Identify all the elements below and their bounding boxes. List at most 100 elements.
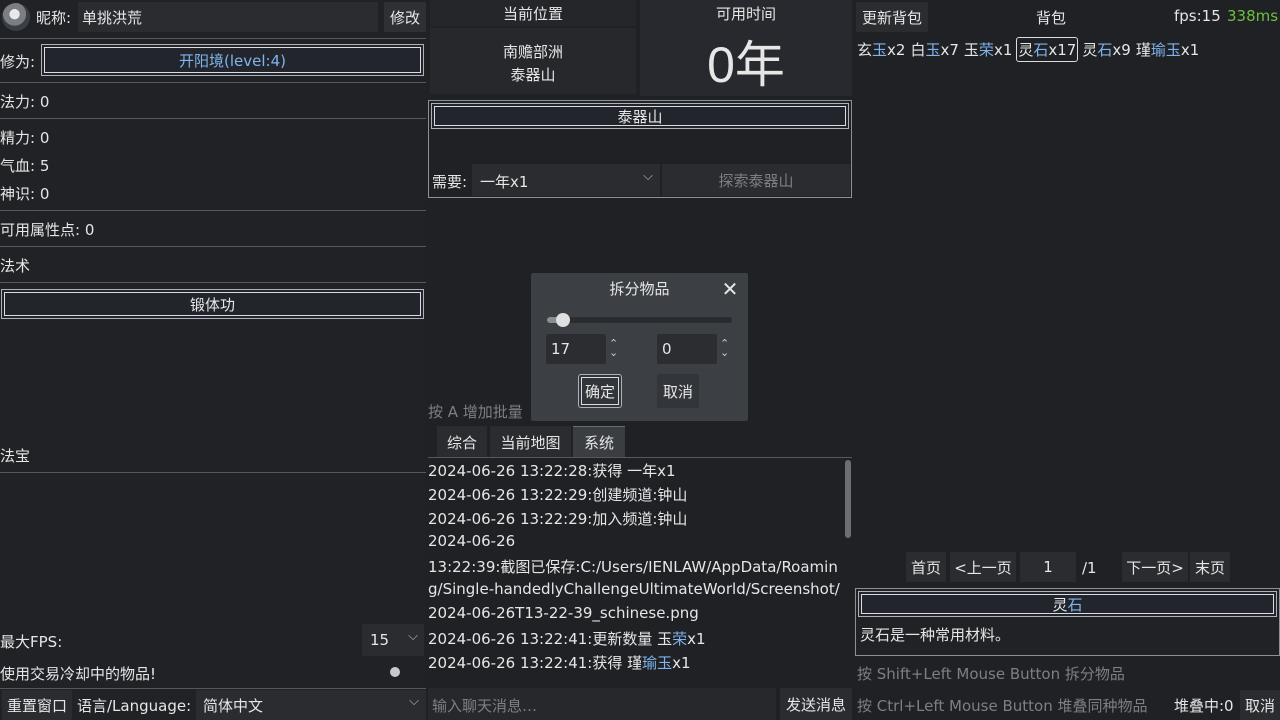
ping-indicator: 338ms [1227, 7, 1279, 25]
bag-item-text: x1 [993, 40, 1013, 59]
cancel-stack-label: 取消 [1244, 696, 1275, 715]
cancel-button[interactable]: 取消 [657, 374, 699, 408]
stat-blood: 气血: 5 [0, 157, 50, 175]
cultivation-level-value: 开阳境(level:4) [179, 51, 286, 70]
bag-item-text: 白 [910, 40, 926, 59]
chat-input[interactable]: 输入聊天消息… [428, 688, 776, 720]
bag-item[interactable]: 瑾瑜玉x1 [1135, 38, 1200, 61]
tab-current-map[interactable]: 当前地图 [490, 426, 571, 458]
chat-line: 2024-06-26 13:22:29:创建频道:钟山 [428, 484, 687, 505]
divider [0, 688, 426, 689]
bag-item[interactable]: 灵石x9 [1081, 38, 1131, 61]
need-value: 一年x1 [480, 173, 529, 191]
max-fps-label: 最大FPS: [0, 633, 63, 651]
stepper-icon[interactable]: ⌃ ⌄ [720, 338, 729, 358]
tab-system[interactable]: 系统 [573, 426, 625, 458]
chat-line: 2024-06-26 13:22:28:获得 一年x1 [428, 460, 676, 481]
chat-line-text: 2024-06-26 13:22:29:加入频道:钟山 [428, 510, 688, 528]
location-title: 当前位置 [502, 4, 563, 23]
bag-item[interactable]: 灵石x17 [1016, 36, 1079, 62]
chat-line: 2024-06-26 13:22:41:获得 瑾瑜玉x1 [428, 652, 691, 673]
explore-target-label: 泰器山 [617, 107, 663, 126]
location-region: 南赡部洲 [502, 42, 563, 61]
stacking-status: 堆叠中:0 [1174, 697, 1234, 715]
explore-button[interactable]: 探索泰器山 [662, 164, 850, 196]
bag-item-text: x2 [887, 40, 906, 59]
bag-item[interactable]: 白玉x7 [909, 38, 959, 61]
tab-general[interactable]: 综合 [437, 426, 487, 458]
prev-page-label: <上一页 [954, 558, 1012, 577]
cancel-stack-button[interactable]: 取消 [1240, 690, 1280, 720]
chat-line-text: g/Single-handedlyChallengeUltimateWorld/… [428, 580, 840, 598]
spells-header: 法术 [0, 257, 31, 275]
language-label: 语言/Language: [77, 697, 192, 715]
first-page-button[interactable]: 首页 [906, 552, 946, 582]
reset-window-button[interactable]: 重置窗口 [2, 690, 72, 720]
treasures-header: 法宝 [0, 447, 31, 465]
cultivation-level-button[interactable]: 开阳境(level:4) [41, 44, 424, 76]
stepper-icon[interactable]: ⌃ ⌄ [609, 338, 618, 358]
chat-line-text: 瑜玉 [642, 654, 673, 672]
stat-points: 可用属性点: 0 [0, 221, 95, 239]
chevron-down-icon: ⌵ [409, 694, 419, 709]
character-panel: 昵称: 单挑洪荒 修改 修为: 开阳境(level:4) 法力: 0 精力: 0… [0, 0, 426, 720]
divider [0, 282, 426, 283]
bag-item-text: x17 [1048, 40, 1077, 59]
first-page-label: 首页 [910, 558, 941, 577]
last-page-button[interactable]: 末页 [1190, 552, 1230, 582]
chat-line-text: x1 [687, 630, 706, 648]
stat-mana: 法力: 0 [0, 93, 50, 111]
item-detail-description: 灵石是一种常用材料。 [860, 626, 1011, 644]
page-number-field[interactable]: 1 [1020, 552, 1076, 582]
divider [0, 472, 426, 473]
bag-item[interactable]: 玉荣x1 [963, 38, 1013, 61]
stat-energy: 精力: 0 [0, 129, 50, 147]
split-slider[interactable] [547, 313, 732, 327]
use-cooldown-items-toggle[interactable] [386, 665, 414, 679]
send-message-label: 发送消息 [785, 695, 846, 714]
chat-line-text: 2024-06-26 13:22:29:创建频道:钟山 [428, 486, 688, 504]
divider [0, 38, 426, 39]
time-title: 可用时间 [715, 4, 776, 23]
chat-line-text: 13:22:39:截图已保存:C:/Users/IENLAW/AppData/R… [428, 558, 838, 576]
explore-target-button[interactable]: 泰器山 [431, 103, 849, 129]
bag-item-text: 灵 [1082, 40, 1098, 59]
language-select[interactable]: 简体中文 ⌵ [196, 690, 426, 720]
item-detail-title-a: 灵 [1052, 595, 1068, 614]
chat-line-text: 2024-06-26 13:22:41:更新数量 玉 [428, 630, 673, 648]
next-page-button[interactable]: 下一页> [1122, 552, 1188, 582]
confirm-button[interactable]: 确定 [578, 374, 622, 408]
slider-handle[interactable] [556, 313, 571, 327]
chat-line-text: x1 [672, 654, 691, 672]
page-number-value: 1 [1043, 558, 1053, 576]
spell-item[interactable]: 锻体功 [1, 289, 424, 319]
refresh-bag-button[interactable]: 更新背包 [856, 2, 928, 32]
stack-hint: 按 Ctrl+Left Mouse Button 堆叠同种物品 [857, 697, 1148, 715]
bag-item[interactable]: 玄玉x2 [856, 38, 906, 61]
next-page-label: 下一页> [1126, 558, 1184, 577]
chat-input-placeholder: 输入聊天消息… [432, 697, 538, 715]
prev-page-button[interactable]: <上一页 [950, 552, 1016, 582]
right-amount-value: 0 [662, 340, 672, 358]
need-label: 需要: [432, 173, 468, 191]
avatar [2, 3, 30, 31]
close-icon[interactable]: ✕ [718, 277, 742, 301]
nickname-field[interactable]: 单挑洪荒 [78, 2, 378, 32]
divider [0, 82, 426, 83]
chat-line: 13:22:39:截图已保存:C:/Users/IENLAW/AppData/R… [428, 556, 838, 577]
bag-item-text: x1 [1180, 40, 1200, 59]
bag-item-text: 荣 [978, 40, 994, 59]
edit-nickname-label: 修改 [389, 8, 420, 27]
chat-scrollbar[interactable] [845, 460, 851, 538]
chat-line: 2024-06-26 13:22:41:更新数量 玉荣x1 [428, 628, 706, 649]
tab-general-label: 综合 [446, 433, 477, 452]
divider [428, 457, 852, 458]
refresh-bag-label: 更新背包 [861, 8, 922, 27]
send-message-button[interactable]: 发送消息 [780, 688, 852, 720]
left-amount-input[interactable]: 17 [546, 334, 606, 364]
tab-current-map-label: 当前地图 [500, 433, 561, 452]
max-fps-select[interactable]: 15 ⌵ [362, 624, 424, 656]
edit-nickname-button[interactable]: 修改 [384, 2, 426, 32]
right-amount-input[interactable]: 0 [657, 334, 717, 364]
need-select[interactable]: 一年x1 ⌵ [472, 164, 660, 196]
